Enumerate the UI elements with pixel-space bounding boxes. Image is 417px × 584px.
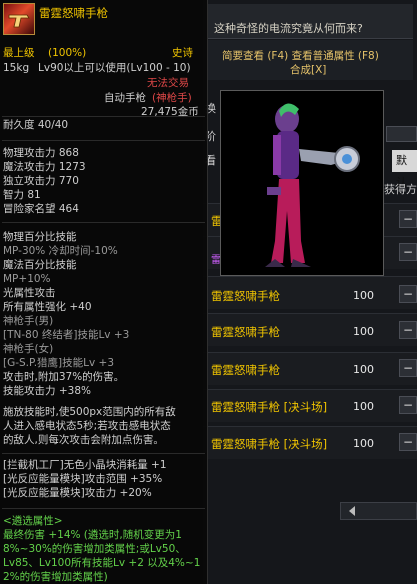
divider: [2, 116, 205, 117]
row-minus-button[interactable]: −: [399, 359, 417, 377]
quest-header: 这种奇怪的电流究竟从何而来?: [208, 4, 413, 39]
select-attr-line: Lv85、Lv100所有技能Lv +2 以及4%~1: [3, 557, 201, 569]
select-attr-line: 8%~30%的伤害增加类属性;或Lv50、: [3, 543, 186, 555]
skill-line: [G-S.P.猎鹰]技能Lv +3: [3, 357, 115, 369]
row-minus-button[interactable]: −: [399, 210, 417, 228]
item-type: 自动手枪: [104, 92, 146, 104]
row-minus-button[interactable]: −: [399, 396, 417, 414]
divider: [2, 140, 205, 141]
list-row-name: 雷霆怒啸手枪 [决斗场]: [211, 400, 328, 414]
row-minus-button[interactable]: −: [399, 243, 417, 261]
list-row-qty: 100: [353, 400, 374, 413]
effect-line: 人进入感电状态5秒;若攻击感电状态: [3, 420, 171, 432]
skill-line: MP+10%: [3, 273, 51, 285]
list-row-qty: 100: [353, 363, 374, 376]
effect-line: 的敌人,则每次攻击会附加点伤害。: [3, 434, 164, 446]
list-row-qty: 100: [353, 437, 374, 450]
row-minus-button[interactable]: −: [399, 433, 417, 451]
list-row-name: 雷霆怒啸手枪 [决斗场]: [211, 437, 328, 451]
skill-line: 物理百分比技能: [3, 231, 77, 243]
skill-line: 技能攻击力 +38%: [3, 385, 91, 397]
skill-line: 神枪手(男): [3, 315, 54, 327]
skill-line: 神枪手(女): [3, 343, 54, 355]
character-preview-image: [265, 103, 360, 267]
row-minus-button[interactable]: −: [399, 285, 417, 303]
skill-line: [TN-80 终结者]技能Lv +3: [3, 329, 130, 341]
divider: [2, 453, 205, 454]
skill-line: 魔法百分比技能: [3, 259, 77, 271]
skill-line: 光属性攻击: [3, 287, 56, 299]
set-effect-line: [光反应能量模块]攻击力 +20%: [3, 487, 152, 499]
obtain-label: 获得方: [384, 183, 417, 196]
divider: [2, 222, 205, 223]
select-attr-line: 2%的伤害增加类属性): [3, 571, 108, 583]
pistol-icon: [8, 14, 30, 28]
item-trade-status: 无法交易: [147, 77, 189, 89]
list-row-name: 雷霆怒啸手枪: [211, 325, 280, 339]
stat-line: 智力 81: [3, 189, 41, 201]
select-attr-title: <遴选属性>: [3, 515, 63, 527]
item-grade-pct: (100%): [48, 47, 87, 59]
item-name: 雷霆怒啸手枪: [39, 6, 108, 20]
skill-line: 攻击时,附加37%的伤害。: [3, 371, 125, 383]
item-rarity: 史诗: [172, 47, 193, 59]
pistol-item-icon: [3, 3, 35, 35]
list-row-qty: 100: [353, 289, 374, 302]
item-job: (神枪手): [152, 92, 192, 104]
stat-line: 冒险家名望 464: [3, 203, 79, 215]
pager-bar[interactable]: [340, 502, 417, 520]
stat-line: 独立攻击力 770: [3, 175, 79, 187]
set-effect-line: [拦截机工厂]无色小晶块消耗量 +1: [3, 459, 167, 471]
skill-line: 所有属性强化 +40: [3, 301, 92, 313]
stat-line: 魔法攻击力 1273: [3, 161, 86, 173]
item-price: 27,475金币: [141, 106, 199, 118]
item-durability: 耐久度 40/40: [3, 119, 69, 131]
search-field-fragment[interactable]: [386, 126, 417, 142]
hotkey-tip-line2: 合成[X]: [290, 64, 327, 76]
list-row-name: 雷霆怒啸手枪: [211, 289, 280, 303]
list-row-qty: 100: [353, 325, 374, 338]
list-row-name: 雷霆怒啸手枪: [211, 363, 280, 377]
select-attr-line: 最终伤害 +14% (遴选时,随机变更为1: [3, 529, 182, 541]
item-level-req: Lv90以上可以使用(Lv100 - 10): [38, 62, 191, 74]
default-button[interactable]: 默认: [392, 150, 417, 189]
row-minus-button[interactable]: −: [399, 321, 417, 339]
hotkey-tip: 简要查看 (F4) 查看普通属性 (F8) 合成[X]: [208, 40, 413, 80]
skill-line: MP-30% 冷却时间-10%: [3, 245, 118, 257]
effect-line: 施放技能时,使500px范围内的所有敌: [3, 406, 176, 418]
set-effect-line: [光反应能量模块]攻击范围 +35%: [3, 473, 163, 485]
item-preview: [220, 90, 384, 276]
item-weight: 15kg: [3, 62, 30, 74]
divider: [2, 508, 205, 509]
quest-question: 这种奇怪的电流究竟从何而来?: [214, 22, 363, 35]
item-grade: 最上级: [3, 47, 35, 59]
hotkey-tip-line1: 简要查看 (F4) 查看普通属性 (F8): [222, 50, 379, 62]
prev-arrow-icon[interactable]: [349, 506, 355, 516]
stat-line: 物理攻击力 868: [3, 147, 79, 159]
